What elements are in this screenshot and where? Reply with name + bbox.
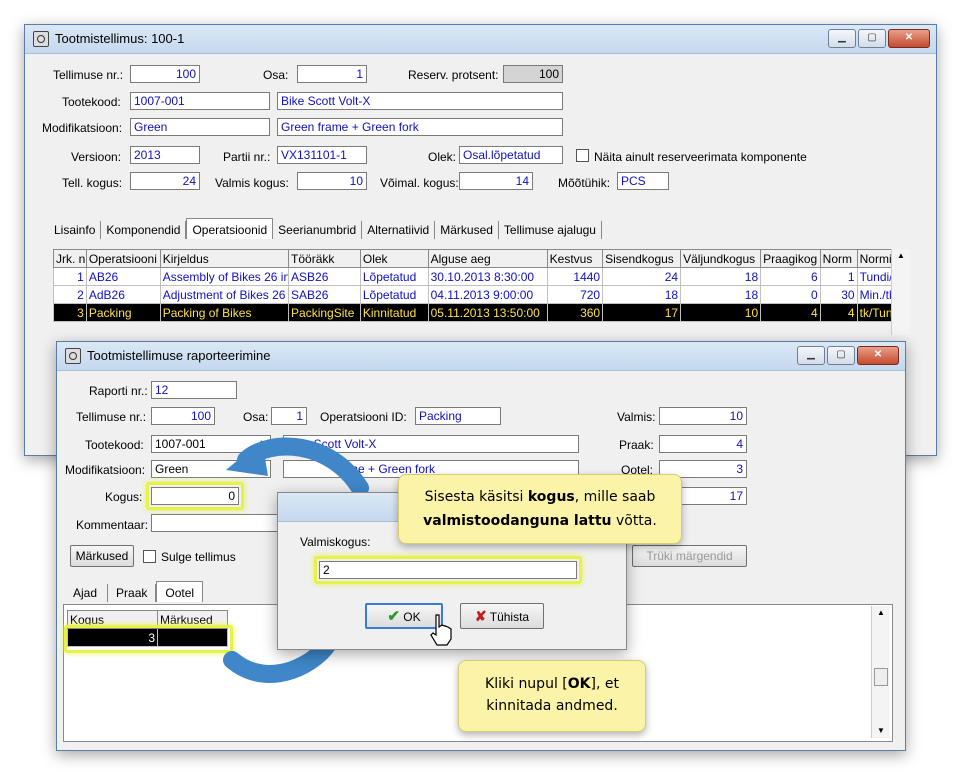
dialog-input-highlight	[314, 556, 582, 584]
arrows-overlay	[223, 437, 369, 683]
arrow-head-top-icon	[226, 440, 268, 476]
cancel-button[interactable]: ✘ Tühista	[460, 603, 544, 629]
callout-bold: kogus	[527, 489, 575, 505]
ok-button-label: OK	[403, 610, 421, 624]
callout-text: Kliki nupul [	[485, 676, 568, 692]
cancel-button-label: Tühista	[489, 610, 530, 624]
callout-text: , mille saab	[574, 489, 656, 505]
callout-text: võtta.	[611, 513, 657, 529]
instruction-callout-bottom: Kliki nupul [OK], et kinnitada andmed.	[458, 660, 646, 732]
callout-bold: valmistoodanguna lattu	[423, 513, 612, 529]
callout-text: Sisesta käsitsi	[424, 489, 528, 505]
instruction-callout-top: Sisesta käsitsi kogus, mille saab valmis…	[398, 474, 682, 544]
dialog-label: Valmiskogus:	[300, 535, 371, 549]
callout-bold: OK	[567, 676, 591, 692]
checkmark-icon: ✔	[387, 608, 400, 625]
hand-cursor-icon	[430, 614, 452, 646]
cross-icon: ✘	[474, 608, 487, 624]
